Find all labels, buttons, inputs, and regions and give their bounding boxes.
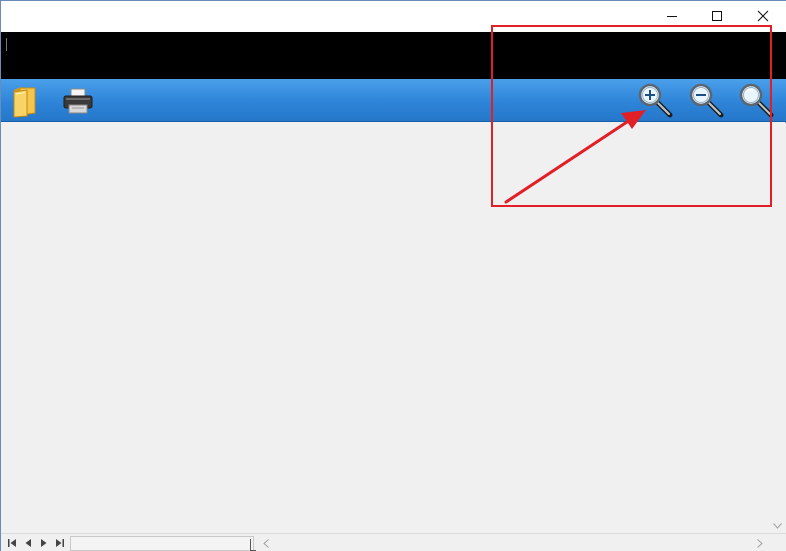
chevron-down-icon [772, 522, 782, 529]
next-page-button[interactable] [36, 536, 52, 550]
last-page-button[interactable] [52, 536, 68, 550]
resize-grip[interactable] [250, 539, 256, 551]
scroll-left-button[interactable] [257, 534, 274, 551]
print-button[interactable] [61, 79, 95, 122]
folder-icon [13, 86, 36, 118]
navigation-bar [1, 533, 786, 551]
next-page-icon [41, 539, 47, 547]
minimize-icon [667, 16, 677, 17]
maximize-icon [712, 11, 722, 21]
first-page-button[interactable] [4, 536, 20, 550]
first-page-icon [8, 539, 16, 547]
open-button[interactable] [10, 79, 40, 122]
last-page-icon [56, 539, 64, 547]
chevron-left-icon [262, 538, 269, 548]
highlight-rectangle [491, 25, 772, 207]
previous-page-button[interactable] [20, 536, 36, 550]
text-caret [6, 38, 7, 51]
previous-page-icon [25, 539, 31, 547]
scroll-down-button[interactable] [768, 517, 786, 534]
page-number-field[interactable] [70, 536, 254, 551]
scroll-right-button[interactable] [751, 534, 768, 551]
chevron-right-icon [756, 538, 763, 548]
printer-icon [63, 88, 93, 113]
horizontal-scrollbar[interactable] [257, 534, 768, 551]
close-icon [757, 10, 769, 22]
